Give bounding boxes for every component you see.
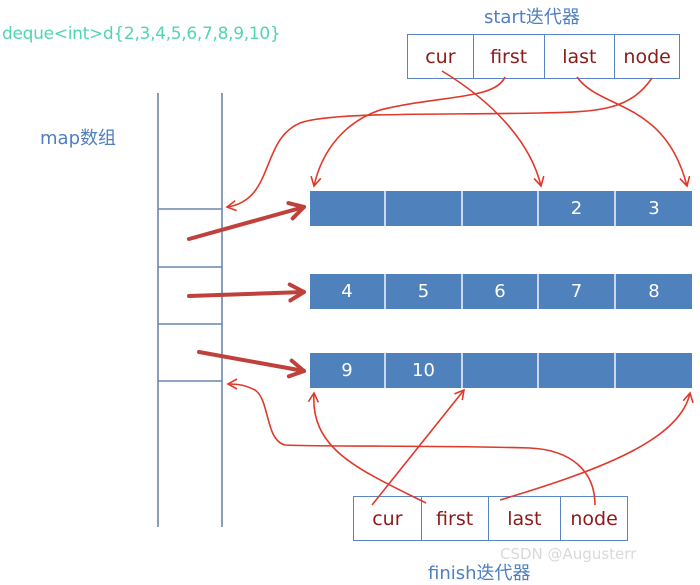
watermark: CSDN @Augusterr	[500, 545, 637, 563]
map-to-buffer-arrow-3	[197, 350, 306, 379]
start-last-pointer	[576, 76, 691, 188]
finish-last-pointer	[499, 391, 694, 501]
finish-cur-pointer	[371, 388, 466, 506]
start-node-pointer	[225, 77, 653, 212]
finish-first-pointer	[307, 391, 427, 504]
map-to-buffer-arrow-1	[187, 201, 306, 241]
map-array-column	[157, 93, 223, 527]
map-to-buffer-arrow-2	[187, 282, 306, 303]
start-first-pointer	[310, 76, 506, 188]
diagram-lines	[157, 70, 694, 527]
